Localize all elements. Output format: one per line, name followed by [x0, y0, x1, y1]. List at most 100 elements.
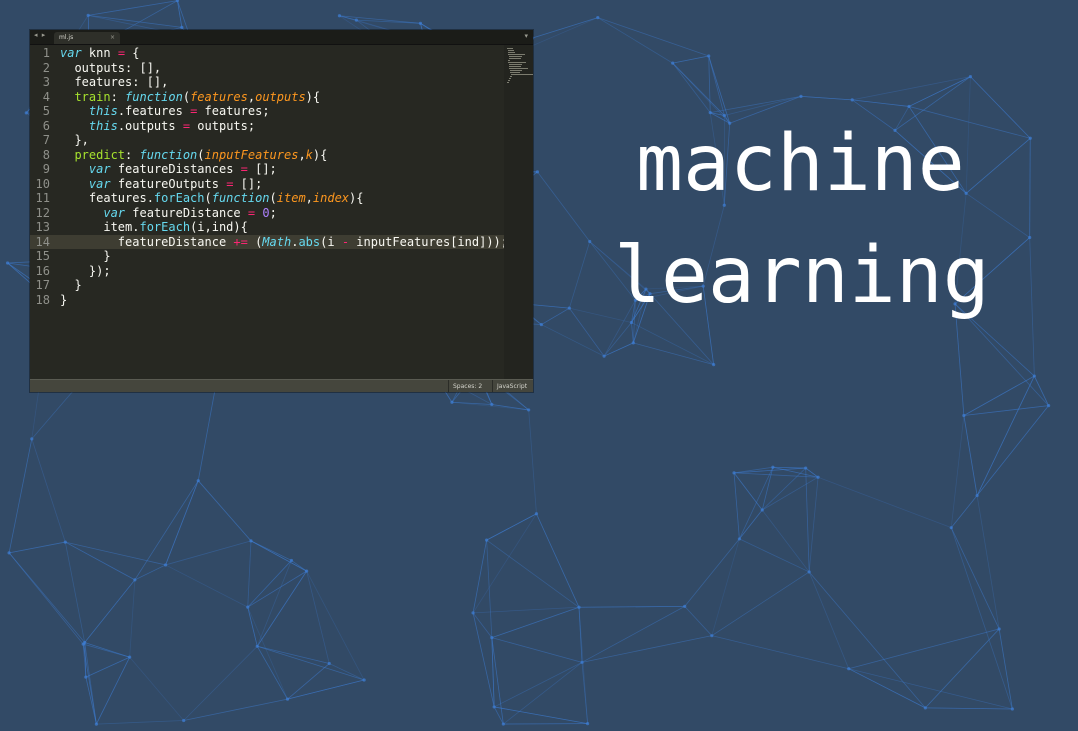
code-line[interactable]: 16 }); — [30, 264, 504, 279]
code-line[interactable]: 13 item.forEach(i,ind){ — [30, 220, 504, 235]
code-line[interactable]: 5 this.features = features; — [30, 104, 504, 119]
mesh-node — [683, 604, 687, 608]
code-area[interactable]: 1 var knn = {2 outputs: [], 3 features: []… — [30, 46, 508, 308]
code-token: index — [312, 191, 350, 205]
mesh-edge — [536, 513, 580, 608]
mesh-edge — [177, 0, 183, 28]
code-line[interactable]: 9 var featureDistances = []; — [30, 162, 504, 177]
code-token: }, — [60, 133, 89, 147]
code-token: - — [341, 234, 350, 249]
minimap-line — [508, 60, 510, 61]
code-line[interactable]: 14 featureDistance += (Math.abs(i - inpu… — [30, 234, 508, 249]
code-line[interactable]: 7 }, — [30, 133, 504, 148]
minimap-line — [509, 56, 522, 57]
mesh-edge — [800, 95, 853, 101]
chevron-down-icon[interactable]: ▾ — [524, 32, 528, 40]
mesh-edge — [963, 405, 1049, 416]
mesh-edge — [597, 17, 673, 64]
headline-line-2: learning — [614, 231, 990, 321]
minimap-line — [508, 62, 526, 63]
code-token: ){ — [349, 191, 364, 205]
mesh-edge — [998, 628, 1013, 710]
mesh-edge — [165, 480, 199, 566]
code-line[interactable]: 6 this.outputs = outputs; — [30, 119, 504, 134]
status-syntax[interactable]: JavaScript — [497, 383, 527, 390]
mesh-edge — [761, 509, 810, 573]
line-number: 9 — [42, 162, 50, 176]
mesh-edge — [528, 409, 537, 514]
code-token: function — [139, 147, 198, 162]
mesh-edge — [83, 643, 130, 658]
mesh-edge — [852, 76, 971, 101]
minimap[interactable] — [504, 45, 533, 379]
code-token: Math — [262, 234, 292, 249]
minimap-line — [509, 58, 521, 59]
mesh-edge — [1033, 375, 1049, 406]
code-line[interactable]: 1 var knn = { — [30, 46, 504, 61]
mesh-edge — [950, 495, 978, 528]
code-token: } — [60, 278, 82, 292]
minimap-line — [510, 72, 520, 73]
mesh-edge — [597, 17, 709, 57]
code-line[interactable]: 4 train: function(features,outputs){ — [30, 90, 504, 105]
code-token: []; — [247, 162, 277, 176]
mesh-edge — [31, 438, 66, 543]
mesh-edge — [603, 342, 634, 357]
mesh-edge — [96, 720, 184, 725]
mesh-edge — [578, 607, 588, 724]
mesh-edge — [96, 656, 131, 725]
tab-nav-arrows-icon[interactable]: ◂ ▸ — [34, 31, 46, 39]
line-number: 1 — [42, 46, 50, 60]
mesh-edge — [739, 467, 774, 540]
mesh-edge — [848, 668, 1013, 710]
mesh-edge — [581, 606, 685, 663]
code-token: ( — [204, 191, 212, 205]
mesh-edge — [197, 385, 217, 481]
mesh-edge — [486, 540, 493, 638]
code-line[interactable]: 10 var featureOutputs = []; — [30, 177, 504, 192]
code-line[interactable]: 15 } — [30, 249, 504, 264]
code-line[interactable]: 18} — [30, 293, 504, 308]
mesh-edge — [183, 646, 258, 721]
mesh-edge — [762, 476, 819, 511]
code-token: forEach — [139, 220, 191, 234]
code-token: var — [88, 162, 111, 176]
mesh-edge — [733, 472, 740, 539]
code-line[interactable]: 12 var featureDistance = 0; — [30, 206, 504, 221]
close-icon[interactable]: × — [110, 32, 115, 44]
mesh-edge — [733, 466, 773, 474]
mesh-node — [539, 322, 544, 327]
code-token: += — [233, 234, 248, 249]
mesh-edge — [537, 171, 591, 242]
mesh-edge — [672, 62, 711, 113]
mesh-edge — [672, 55, 709, 64]
code-token: : — [125, 147, 140, 162]
code-token: , — [298, 147, 306, 162]
mesh-node — [588, 239, 592, 244]
mesh-node — [490, 402, 494, 407]
code-line[interactable]: 17 } — [30, 278, 504, 293]
code-line[interactable]: 2 outputs: [], — [30, 61, 504, 76]
line-number: 5 — [42, 104, 50, 118]
tab-ml-js[interactable]: ml.js × — [54, 32, 120, 44]
status-bar: Spaces: 2 JavaScript — [30, 379, 533, 392]
code-token: featureOutputs — [110, 176, 227, 191]
mesh-node — [771, 465, 775, 469]
mesh-edge — [684, 538, 740, 607]
code-token: features; — [197, 104, 270, 118]
minimap-line — [510, 70, 522, 71]
line-number: 10 — [35, 176, 50, 191]
code-line[interactable]: 11 features.forEach(function(item,index)… — [30, 191, 504, 206]
line-number: 14 — [35, 234, 50, 249]
status-indentation[interactable]: Spaces: 2 — [453, 383, 482, 390]
headline-line-1: machine — [636, 119, 965, 209]
mesh-edge — [925, 628, 1000, 709]
line-number: 16 — [35, 263, 50, 278]
code-token: { — [125, 46, 140, 60]
code-line[interactable]: 8 predict: function(inputFeatures,k){ — [30, 148, 504, 163]
code-line[interactable]: 3 features: [], — [30, 75, 504, 90]
code-token: features — [190, 89, 248, 104]
mesh-edge — [256, 570, 307, 647]
minimap-line — [508, 52, 515, 53]
